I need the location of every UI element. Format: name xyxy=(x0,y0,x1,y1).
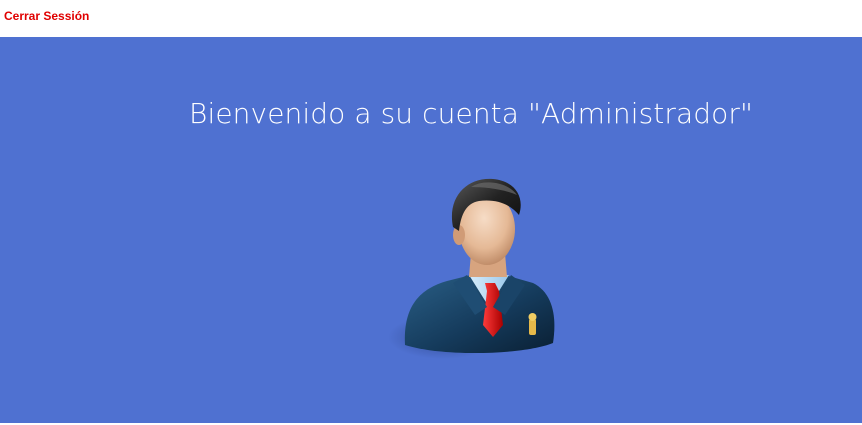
administrator-user-icon xyxy=(388,178,555,359)
welcome-panel: Bienvenido a su cuenta "Administrador" xyxy=(0,37,862,423)
top-bar: Cerrar Sessión xyxy=(0,0,862,37)
logout-link[interactable]: Cerrar Sessión xyxy=(4,9,89,23)
welcome-heading: Bienvenido a su cuenta "Administrador" xyxy=(189,97,753,130)
